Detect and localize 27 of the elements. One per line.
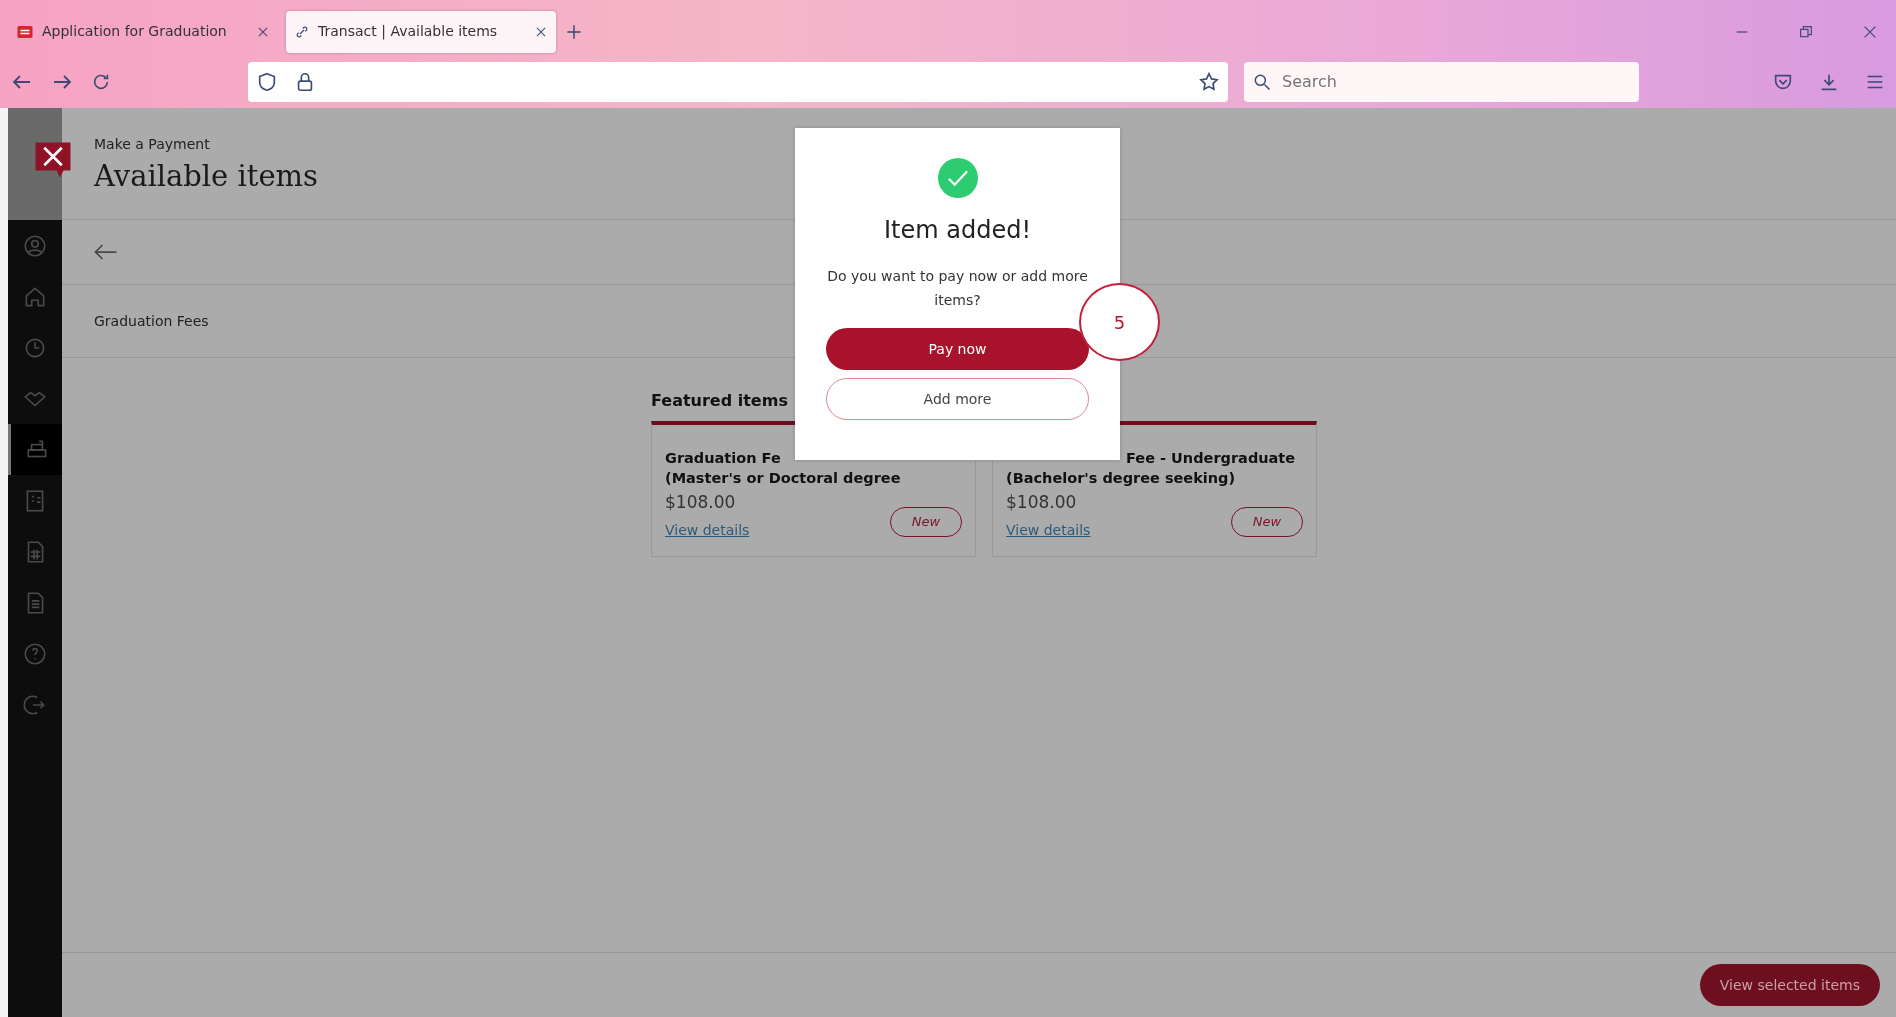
link-icon: [294, 23, 310, 40]
shield-icon[interactable]: [256, 70, 278, 93]
browser-tab[interactable]: Transact | Available items: [286, 10, 556, 53]
section-heading: Featured items: [651, 390, 788, 412]
item-title: Graduation Fe: [665, 449, 781, 468]
check-icon: [937, 158, 978, 198]
restore-icon[interactable]: [1798, 23, 1814, 40]
browser-tab[interactable]: Application for Graduation: [8, 10, 278, 53]
view-selected-button[interactable]: View selected items: [1699, 964, 1880, 1006]
sidebar-item[interactable]: [8, 424, 62, 475]
view-details-link[interactable]: View details: [665, 519, 750, 541]
item-price: $108.00: [1006, 491, 1078, 515]
add-more-button[interactable]: Add more: [826, 378, 1089, 420]
tab-label: Application for Graduation: [42, 22, 228, 41]
breadcrumb: Make a Payment: [94, 135, 210, 154]
dialog-title: Item added!: [882, 215, 1033, 246]
pay-now-button[interactable]: Pay now: [826, 328, 1089, 370]
page-title: Available items: [94, 158, 318, 195]
item-price: $108.00: [665, 491, 737, 515]
item-title: Fee - Undergraduate: [1126, 449, 1296, 468]
view-details-link[interactable]: View details: [1006, 519, 1091, 541]
star-icon[interactable]: [1198, 70, 1220, 93]
item-title: (Master's or Doctoral degree: [665, 468, 901, 488]
item-title: (Bachelor's degree seeking): [1006, 468, 1236, 488]
help-icon: [22, 640, 48, 667]
tab-label: Transact | Available items: [318, 22, 499, 42]
profile-icon: [22, 232, 48, 259]
